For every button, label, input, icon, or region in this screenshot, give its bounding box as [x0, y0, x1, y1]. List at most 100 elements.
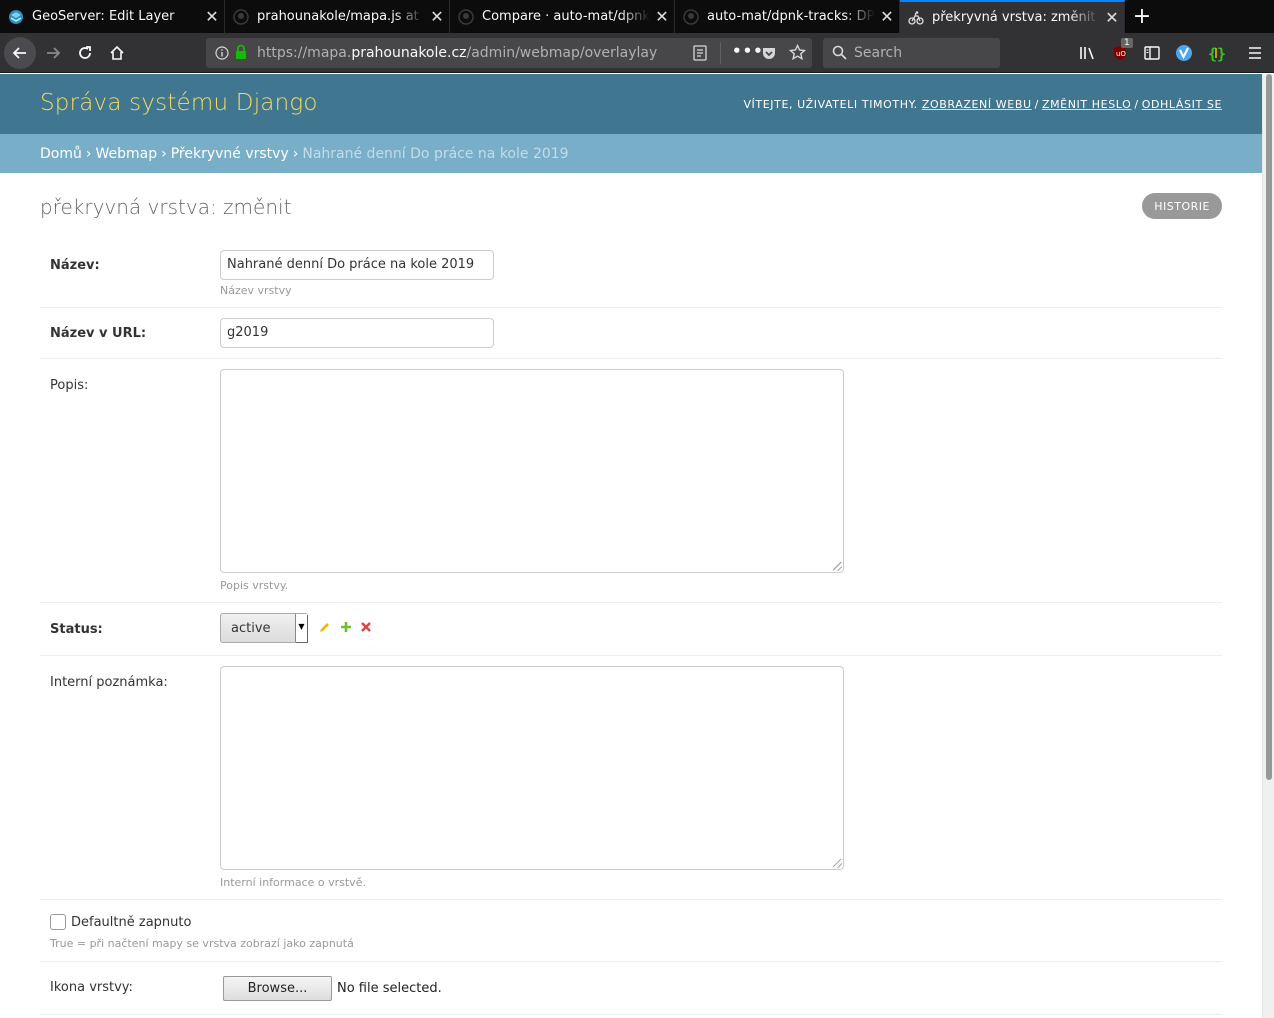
name-label: Název:: [50, 258, 100, 273]
breadcrumb: Domů › Webmap › Překryvné vrstvy › Nahrané …: [0, 134, 1262, 173]
cyclist-icon: [908, 10, 924, 26]
description-label: Popis:: [50, 378, 89, 393]
close-icon[interactable]: ✕: [875, 7, 899, 26]
browse-button[interactable]: Browse...: [223, 976, 332, 1001]
enabled-default-checkbox[interactable]: [50, 914, 66, 930]
description-help: Popis vrstvy.: [220, 579, 289, 592]
enabled-default-help: True = při načtení mapy se vrstva zobraz…: [50, 937, 354, 950]
form-row-name: Název: Nahrané denní Do práce na kole 20…: [40, 240, 1222, 308]
close-icon[interactable]: ✕: [425, 7, 449, 26]
search-icon: [832, 45, 847, 64]
resize-grip-icon[interactable]: [833, 562, 842, 571]
forward-arrow-icon: [47, 46, 61, 59]
add-related-icon[interactable]: [340, 621, 352, 637]
back-arrow-icon: [12, 46, 26, 59]
svg-text:uO: uO: [1116, 50, 1126, 58]
browser-tab[interactable]: GeoServer: Edit Layer ✕: [0, 0, 225, 33]
close-icon[interactable]: ✕: [650, 7, 674, 26]
search-placeholder: Search: [854, 45, 903, 61]
menu-icon[interactable]: [1242, 33, 1268, 73]
url-bar[interactable]: https://mapa.prahounakole.cz/admin/webma…: [206, 38, 812, 68]
browser-tab[interactable]: auto-mat/dpnk-tracks: DP ✕: [675, 0, 900, 33]
form-row-status: Status: active ▼: [40, 603, 1222, 656]
breadcrumb-current: Nahrané denní Do práce na kole 2019: [302, 145, 569, 162]
logout-link[interactable]: ODHLÁSIT SE: [1142, 98, 1222, 111]
icon-label: Ikona vrstvy:: [50, 980, 133, 995]
internal-note-label: Interní poznámka:: [50, 675, 168, 690]
resize-grip-icon[interactable]: [833, 859, 842, 868]
file-status: No file selected.: [337, 981, 442, 996]
form-row-enabled-default: Defaultně zapnuto True = při načtení map…: [40, 900, 1222, 962]
url-divider: [720, 42, 721, 64]
status-select[interactable]: active ▼: [220, 613, 308, 643]
sidebar-icon[interactable]: [1139, 33, 1165, 73]
slug-input[interactable]: g2019: [220, 318, 494, 348]
reload-button[interactable]: [70, 38, 100, 68]
close-icon[interactable]: ✕: [1100, 8, 1124, 27]
description-textarea[interactable]: [220, 369, 844, 573]
welcome-text: VÍTEJTE, UŽIVATELI: [743, 98, 858, 111]
scrollbar-thumb[interactable]: [1266, 74, 1272, 780]
internal-note-textarea[interactable]: [220, 666, 844, 870]
new-tab-button[interactable]: +: [1125, 0, 1159, 33]
extension-braces-icon[interactable]: {}: [1203, 33, 1229, 73]
status-label: Status:: [50, 622, 103, 637]
user-tools: VÍTEJTE, UŽIVATELI TIMOTHY. ZOBRAZENÍ WE…: [743, 98, 1222, 111]
github-icon: [458, 8, 474, 25]
page-actions-icon[interactable]: •••: [732, 42, 764, 60]
reader-view-icon[interactable]: [693, 45, 707, 65]
github-icon: [683, 8, 699, 25]
tab-title: GeoServer: Edit Layer: [32, 9, 175, 24]
view-site-link[interactable]: ZOBRAZENÍ WEBU: [922, 98, 1032, 111]
name-help: Název vrstvy: [220, 284, 292, 297]
form-row-icon: Ikona vrstvy: Browse... No file selected…: [40, 962, 1222, 1015]
pocket-icon[interactable]: [761, 45, 777, 65]
navigation-toolbar: https://mapa.prahounakole.cz/admin/webma…: [0, 33, 1274, 73]
library-icon[interactable]: [1075, 33, 1101, 73]
breadcrumb-app[interactable]: Webmap: [95, 146, 157, 162]
form-row-internal-note: Interní poznámka: Interní informace o vr…: [40, 656, 1222, 900]
username: TIMOTHY.: [861, 98, 918, 111]
home-button[interactable]: [102, 38, 132, 68]
status-selected-value: active: [231, 621, 271, 636]
browser-tab-strip: GeoServer: Edit Layer ✕ prahounakole/map…: [0, 0, 1274, 33]
page-title: překryvná vrstva: změnit: [40, 195, 292, 219]
close-icon[interactable]: ✕: [200, 7, 224, 26]
home-icon: [110, 45, 124, 60]
edit-related-icon[interactable]: [319, 621, 331, 637]
delete-related-icon[interactable]: [360, 621, 372, 637]
bookmark-star-icon[interactable]: [788, 43, 807, 65]
ublock-icon[interactable]: uO 1: [1107, 33, 1133, 73]
reload-icon: [79, 45, 91, 59]
url-text[interactable]: https://mapa.prahounakole.cz/admin/webma…: [257, 45, 657, 61]
back-button[interactable]: [4, 36, 36, 69]
page-scrollbar[interactable]: [1262, 74, 1274, 1018]
browser-tab[interactable]: Compare · auto-mat/dpnk ✕: [450, 0, 675, 33]
admin-header: Správa systému Django VÍTEJTE, UŽIVATELI…: [0, 74, 1262, 134]
form-row-slug: Název v URL: g2019: [40, 308, 1222, 359]
internal-note-help: Interní informace o vrstvě.: [220, 876, 366, 889]
tab-title: překryvná vrstva: změnit | S: [932, 10, 1100, 25]
ublock-badge: 1: [1121, 38, 1133, 48]
tab-title: prahounakole/mapa.js at m: [257, 9, 425, 24]
history-button[interactable]: HISTORIE: [1142, 193, 1222, 219]
slug-label: Název v URL:: [50, 326, 147, 341]
enabled-default-label[interactable]: Defaultně zapnuto: [71, 915, 191, 930]
browser-tab-active[interactable]: překryvná vrstva: změnit | S ✕: [900, 0, 1125, 33]
tab-title: Compare · auto-mat/dpnk: [482, 9, 650, 24]
forward-button[interactable]: [38, 38, 68, 68]
breadcrumb-model[interactable]: Překryvné vrstvy: [171, 146, 289, 162]
site-branding[interactable]: Správa systému Django: [40, 90, 318, 116]
tab-title: auto-mat/dpnk-tracks: DP: [707, 9, 875, 24]
change-password-link[interactable]: ZMĚNIT HESLO: [1042, 98, 1131, 111]
name-input[interactable]: Nahrané denní Do práce na kole 2019: [220, 250, 494, 280]
info-icon[interactable]: [215, 45, 229, 64]
extension-v-icon[interactable]: [1171, 33, 1197, 73]
geoserver-icon: [8, 9, 24, 25]
browser-tab[interactable]: prahounakole/mapa.js at m ✕: [225, 0, 450, 33]
secure-lock-icon[interactable]: [235, 44, 247, 64]
search-bar[interactable]: Search: [823, 38, 1000, 68]
github-icon: [233, 8, 249, 25]
breadcrumb-home[interactable]: Domů: [40, 146, 82, 162]
chevron-down-icon[interactable]: ▼: [295, 614, 307, 642]
